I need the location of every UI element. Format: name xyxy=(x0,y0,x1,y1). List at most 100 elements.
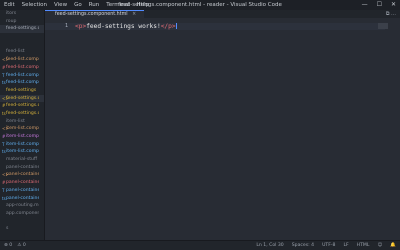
code-close-tag: </p> xyxy=(160,23,176,30)
sidebar-item[interactable]: tsfeed-list.compo... xyxy=(0,79,44,87)
sidebar-item-label: feed-settings.c... xyxy=(6,103,39,109)
sidebar-item[interactable]: roup xyxy=(0,18,44,26)
maximize-icon[interactable]: ☐ xyxy=(377,0,382,10)
sidebar-item[interactable]: feed-settings.co... xyxy=(0,25,44,34)
indentation[interactable]: Spaces: 4 xyxy=(292,241,314,250)
sidebar-item-label: panel-container xyxy=(6,164,39,170)
sidebar-item-label: feed-list.compo... xyxy=(6,80,39,86)
sidebar-item-label: feed-settings xyxy=(6,87,37,93)
sidebar-item-label: item-list xyxy=(6,118,25,124)
sidebar-item[interactable]: app-routing.modul... xyxy=(0,202,44,210)
minimize-icon[interactable]: — xyxy=(362,0,368,10)
sidebar-item[interactable] xyxy=(0,41,44,49)
encoding[interactable]: UTF-8 xyxy=(322,241,335,250)
code-line-1[interactable]: 1 <p>feed-settings works!</p> xyxy=(45,23,385,30)
sidebar-item[interactable]: item-list xyxy=(0,118,44,126)
sidebar-item[interactable]: Tfeed-list.compon... xyxy=(0,72,44,80)
sidebar-item[interactable]: tspanel-container.c... xyxy=(0,195,44,203)
code-open-tag: <p> xyxy=(75,23,87,30)
menu-selection[interactable]: Selection xyxy=(22,0,47,10)
feedback-icon[interactable]: ☺ xyxy=(377,241,382,250)
file-type-icon: T xyxy=(2,187,5,193)
sidebar-item[interactable]: feed-settings xyxy=(0,87,44,95)
menu-go[interactable]: Go xyxy=(74,0,82,10)
notifications-icon[interactable]: 🔔 xyxy=(390,241,396,250)
tab-feed-settings-html[interactable]: feed-settings.component.html × xyxy=(45,10,145,18)
line-ending[interactable]: LF xyxy=(343,241,348,250)
sidebar-item-label: item-list.compo... xyxy=(6,134,39,139)
sidebar-item[interactable]: <>panel-container.co... xyxy=(0,171,44,179)
menu-terminal[interactable]: Terminal xyxy=(106,0,129,10)
text-cursor xyxy=(175,23,177,29)
file-type-icon: <> xyxy=(2,57,9,63)
sidebar-item-label: feed-list.compon... xyxy=(6,64,39,70)
sidebar-item[interactable]: <>feed-settings.co... xyxy=(0,94,44,103)
file-type-icon: # xyxy=(2,103,6,109)
sidebar-item[interactable]: <>feed-list.compone... xyxy=(0,56,44,64)
status-bar: ⊗ 0 ⚠ 0 Ln 1, Col 30 Spaces: 4 UTF-8 LF … xyxy=(0,240,400,250)
sidebar-item-label: item-list.compo... xyxy=(6,149,39,155)
sidebar-item[interactable]: Tpanel-container.co... xyxy=(0,187,44,195)
file-type-icon: ts xyxy=(2,195,6,201)
sidebar-item-label: feed-list.compone... xyxy=(6,57,39,63)
sidebar-item-label: panel-container.co... xyxy=(6,172,39,178)
sidebar-item[interactable]: #feed-list.compon... xyxy=(0,64,44,72)
sidebar-item-label: roup xyxy=(6,18,17,24)
file-type-icon: ts xyxy=(2,80,6,86)
sidebar-item[interactable] xyxy=(0,218,44,226)
sidebar-item-label: item-list.compo... xyxy=(6,126,39,132)
sidebar-item-label: item-list.compo... xyxy=(6,141,39,147)
menu-run[interactable]: Run xyxy=(89,0,100,10)
file-type-icon: # xyxy=(2,64,6,70)
sidebar-item-label: panel-container.c... xyxy=(6,195,39,201)
file-type-icon: ts xyxy=(2,110,6,116)
sidebar-item-label: panel-container.co... xyxy=(6,187,39,193)
sidebar-item[interactable]: feed-list xyxy=(0,48,44,56)
sidebar-item-label: itors xyxy=(6,11,17,16)
code-content: feed-settings works! xyxy=(86,23,161,30)
explorer-sidebar: itorsroupfeed-settings.co...feed-list<>f… xyxy=(0,10,45,240)
sidebar-item[interactable] xyxy=(0,33,44,41)
sidebar-item[interactable]: #panel-container.co... xyxy=(0,179,44,187)
language-mode[interactable]: HTML xyxy=(357,241,370,250)
editor-area[interactable]: feed-settings.component.html × ⧉ … 1 <p>… xyxy=(45,10,400,240)
sidebar-item-label: feed-settings.co... xyxy=(6,26,39,32)
sidebar-item[interactable]: <>item-list.compo... xyxy=(0,125,44,133)
menu-bar: Edit Selection View Go Run Terminal Help xyxy=(4,0,149,10)
sidebar-item[interactable]: #feed-settings.c... xyxy=(0,102,44,110)
split-editor-icon[interactable]: ⧉ … xyxy=(386,10,396,18)
file-type-icon: # xyxy=(2,134,6,139)
minimap-slider[interactable] xyxy=(378,23,388,29)
tab-label: feed-settings.component.html xyxy=(55,12,128,17)
file-type-icon: T xyxy=(2,141,5,147)
file-type-icon: <> xyxy=(2,95,9,101)
sidebar-item-label: feed-settings.c... xyxy=(6,110,39,116)
sidebar-item[interactable]: itors xyxy=(0,10,44,18)
sidebar-item[interactable]: tsfeed-settings.c... xyxy=(0,110,44,118)
sidebar-item[interactable]: #item-list.compo... xyxy=(0,133,44,141)
code-text[interactable]: <p>feed-settings works!</p> xyxy=(75,23,177,30)
sidebar-item-label: s xyxy=(6,226,9,232)
sidebar-item[interactable]: Titem-list.compo... xyxy=(0,141,44,149)
line-number: 1 xyxy=(65,23,69,29)
sidebar-item[interactable]: app.component.ht... xyxy=(0,210,44,218)
sidebar-item[interactable]: panel-container xyxy=(0,164,44,172)
sidebar-item-label: feed-list.compon... xyxy=(6,72,39,78)
sidebar-item[interactable]: s xyxy=(0,225,44,233)
file-type-icon: T xyxy=(2,72,5,78)
warnings-count[interactable]: ⚠ 0 xyxy=(17,241,26,250)
errors-count[interactable]: ⊗ 0 xyxy=(4,241,12,250)
close-icon[interactable]: ✕ xyxy=(391,0,396,10)
menu-view[interactable]: View xyxy=(54,0,67,10)
sidebar-item[interactable]: material-stuff xyxy=(0,156,44,164)
sidebar-item-label: panel-container.co... xyxy=(6,180,39,186)
tab-close-icon[interactable]: × xyxy=(132,12,136,17)
menu-edit[interactable]: Edit xyxy=(4,0,15,10)
title-bar: Edit Selection View Go Run Terminal Help… xyxy=(0,0,400,10)
cursor-position[interactable]: Ln 1, Col 30 xyxy=(256,241,283,250)
sidebar-item-label: app-routing.modul... xyxy=(6,203,39,209)
menu-help[interactable]: Help xyxy=(137,0,150,10)
file-type-icon: # xyxy=(2,180,6,186)
sidebar-item[interactable]: tsitem-list.compo... xyxy=(0,148,44,156)
file-type-icon: <> xyxy=(2,126,9,132)
